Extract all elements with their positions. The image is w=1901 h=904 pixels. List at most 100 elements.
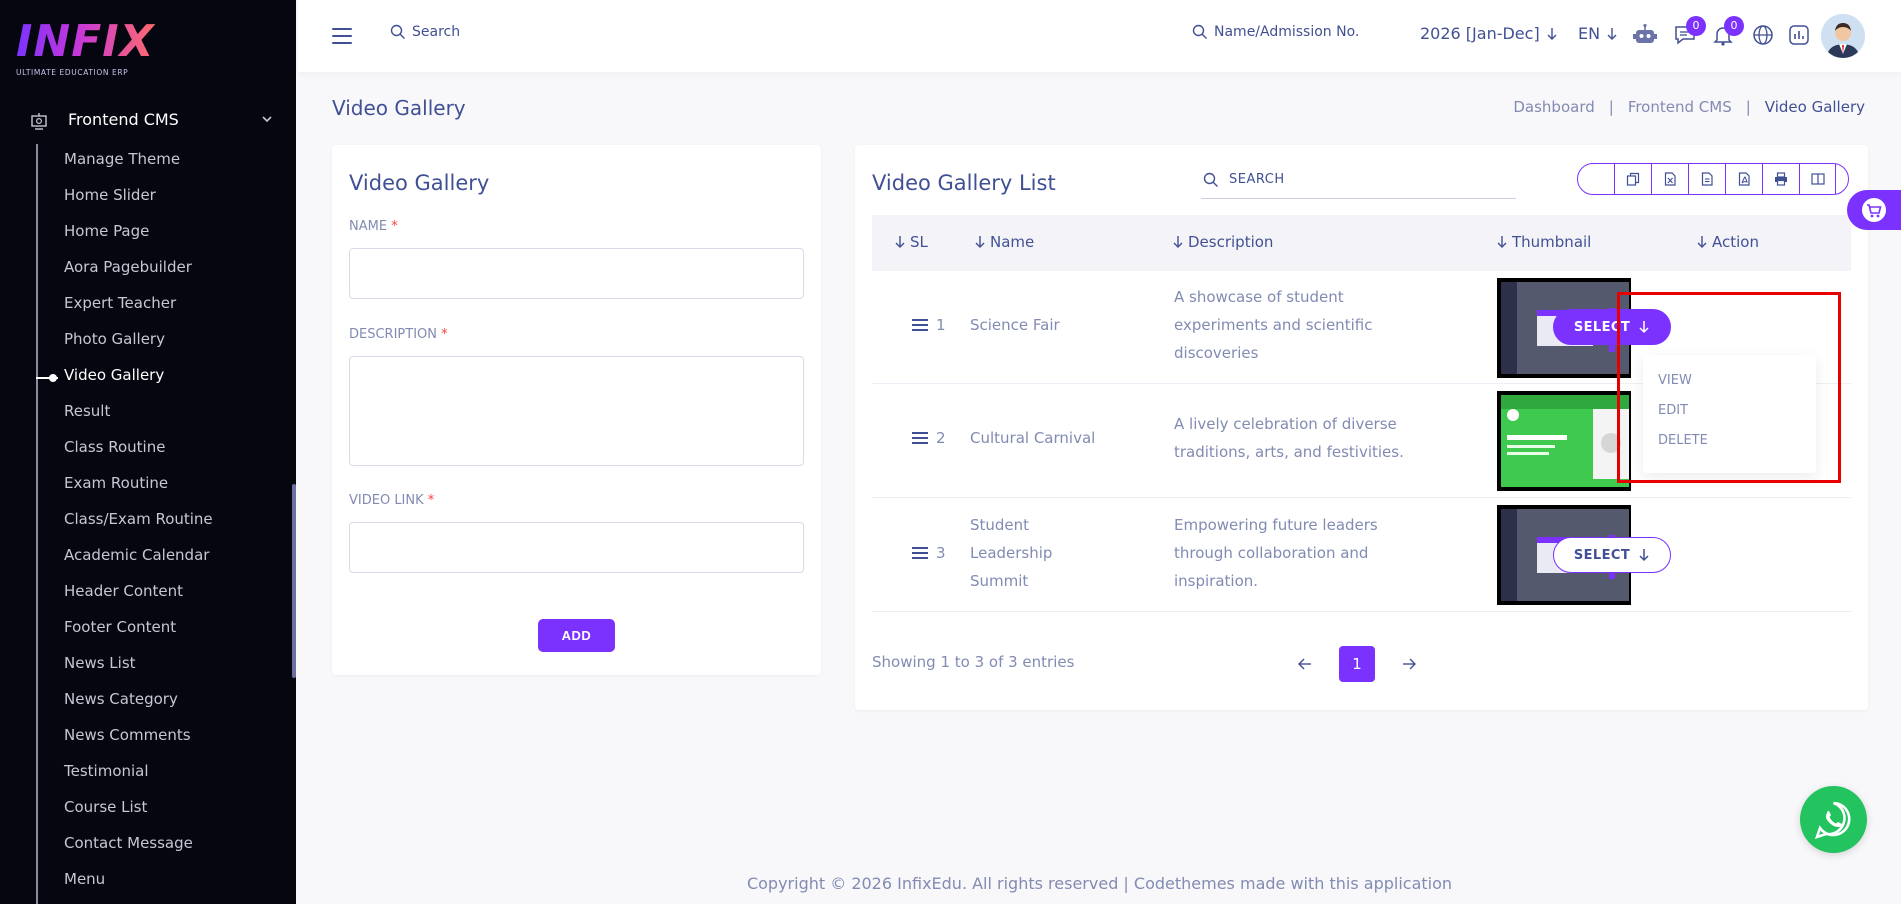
- breadcrumb: Dashboard | Frontend CMS | Video Gallery: [1513, 98, 1865, 116]
- arrow-right-icon[interactable]: [1401, 657, 1417, 671]
- report-chart-icon[interactable]: [1786, 22, 1812, 48]
- sidebar-section-frontend-cms[interactable]: Frontend CMS: [0, 100, 296, 140]
- row-thumbnail[interactable]: [1497, 391, 1631, 491]
- arrow-down-icon: [1547, 27, 1557, 40]
- academic-session-select[interactable]: 2026 [Jan-Dec]: [1420, 24, 1558, 43]
- sidebar: INFIX ULTIMATE EDUCATION ERP Frontend CM…: [0, 0, 296, 904]
- floating-cart-button[interactable]: [1847, 190, 1901, 230]
- arrow-left-icon[interactable]: [1297, 657, 1313, 671]
- row-description: Empowering future leaders through collab…: [1174, 516, 1378, 590]
- user-avatar[interactable]: [1821, 14, 1865, 58]
- description-label-text: DESCRIPTION: [349, 327, 437, 342]
- breadcrumb-frontend-cms[interactable]: Frontend CMS: [1628, 98, 1732, 116]
- video-link-label: VIDEO LINK *: [349, 493, 434, 508]
- search-icon: [1203, 172, 1218, 187]
- list-title: Video Gallery List: [872, 171, 1056, 195]
- sidebar-scrollbar[interactable]: [292, 484, 296, 678]
- sidebar-item-class-routine[interactable]: Class Routine: [64, 438, 165, 456]
- sidebar-item-academic-calendar[interactable]: Academic Calendar: [64, 546, 209, 564]
- print-button[interactable]: [1762, 164, 1799, 194]
- sidebar-item-class-exam-routine[interactable]: Class/Exam Routine: [64, 510, 213, 528]
- form-title: Video Gallery: [349, 171, 490, 195]
- sidebar-item-header-content[interactable]: Header Content: [64, 582, 183, 600]
- sidebar-item-menu[interactable]: Menu: [64, 870, 105, 888]
- sidebar-item-manage-theme[interactable]: Manage Theme: [64, 150, 180, 168]
- video-link-input[interactable]: [349, 522, 804, 573]
- sidebar-item-contact-message[interactable]: Contact Message: [64, 834, 193, 852]
- column-header-label: Name: [990, 233, 1035, 251]
- row-sl: 1: [936, 316, 946, 334]
- breadcrumb-dashboard[interactable]: Dashboard: [1513, 98, 1594, 116]
- sidebar-item-video-gallery[interactable]: Video Gallery: [64, 366, 164, 384]
- column-header-description[interactable]: Description: [1172, 233, 1273, 251]
- column-header-thumbnail[interactable]: Thumbnail: [1496, 233, 1591, 251]
- sidebar-item-home-slider[interactable]: Home Slider: [64, 186, 156, 204]
- sidebar-item-photo-gallery[interactable]: Photo Gallery: [64, 330, 165, 348]
- name-label-text: NAME: [349, 219, 388, 234]
- topbar: Search Name/Admission No. 2026 [Jan-Dec]…: [298, 0, 1901, 72]
- copy-icon: [1626, 172, 1640, 186]
- whatsapp-chat-button[interactable]: [1800, 786, 1867, 853]
- table-header: SL Name Description Thumbnail Action: [872, 215, 1851, 271]
- active-indicator-dot: [49, 374, 57, 382]
- student-search[interactable]: Name/Admission No.: [1192, 24, 1359, 40]
- drag-handle-icon[interactable]: [912, 319, 928, 331]
- page-title: Video Gallery: [332, 96, 466, 120]
- brand-logo[interactable]: INFIX ULTIMATE EDUCATION ERP: [16, 18, 156, 78]
- select-action-button[interactable]: SELECT: [1553, 537, 1671, 573]
- cart-icon: [1862, 198, 1886, 222]
- column-header-label: SL: [910, 233, 928, 251]
- robot-icon[interactable]: [1632, 22, 1658, 48]
- column-header-action[interactable]: Action: [1696, 233, 1759, 251]
- add-button[interactable]: ADD: [538, 619, 615, 652]
- drag-handle-icon[interactable]: [912, 432, 928, 444]
- row-name: Student Leadership Summit: [970, 516, 1053, 590]
- breadcrumb-separator: |: [1608, 98, 1614, 116]
- sidebar-item-home-page[interactable]: Home Page: [64, 222, 149, 240]
- page-button-current[interactable]: 1: [1339, 646, 1375, 682]
- row-description: A showcase of student experiments and sc…: [1174, 288, 1373, 362]
- sidebar-item-aora-pagebuilder[interactable]: Aora Pagebuilder: [64, 258, 192, 276]
- sort-arrow-icon: [1697, 236, 1707, 248]
- sidebar-item-exam-routine[interactable]: Exam Routine: [64, 474, 168, 492]
- description-textarea[interactable]: [349, 356, 804, 466]
- sidebar-item-news-list[interactable]: News List: [64, 654, 136, 672]
- columns-icon: [1810, 173, 1825, 185]
- pagination-info: Showing 1 to 3 of 3 entries: [872, 653, 1075, 671]
- sidebar-item-footer-content[interactable]: Footer Content: [64, 618, 176, 636]
- logo-tagline: ULTIMATE EDUCATION ERP: [16, 68, 129, 77]
- annotation-highlight-box: [1617, 292, 1841, 483]
- name-input[interactable]: [349, 248, 804, 299]
- sidebar-item-news-comments[interactable]: News Comments: [64, 726, 191, 744]
- table-row: 3 Student Leadership Summit Empowering f…: [872, 498, 1851, 612]
- pdf-export-button[interactable]: [1725, 164, 1762, 194]
- list-search-input[interactable]: SEARCH: [1201, 161, 1516, 199]
- excel-export-button[interactable]: [1651, 164, 1688, 194]
- sidebar-item-course-list[interactable]: Course List: [64, 798, 147, 816]
- copy-button[interactable]: [1614, 164, 1651, 194]
- column-header-sl[interactable]: SL: [894, 233, 928, 251]
- hamburger-menu-icon[interactable]: [332, 28, 352, 44]
- sidebar-item-news-category[interactable]: News Category: [64, 690, 178, 708]
- video-thumbnail-image: [1497, 391, 1631, 491]
- list-search-placeholder: SEARCH: [1229, 172, 1285, 187]
- sidebar-item-testimonial[interactable]: Testimonial: [64, 762, 149, 780]
- pagination: 1: [1297, 646, 1417, 682]
- footer-copyright: Copyright © 2026 InfixEdu. All rights re…: [746, 874, 1453, 893]
- drag-handle-icon[interactable]: [912, 547, 928, 559]
- sidebar-item-expert-teacher[interactable]: Expert Teacher: [64, 294, 176, 312]
- row-sl: 3: [936, 544, 946, 562]
- column-visibility-button[interactable]: [1799, 164, 1836, 194]
- printer-icon: [1775, 172, 1787, 186]
- language-select[interactable]: EN: [1578, 24, 1618, 43]
- column-header-name[interactable]: Name: [974, 233, 1034, 251]
- student-search-label: Name/Admission No.: [1214, 24, 1360, 40]
- global-search[interactable]: Search: [390, 24, 460, 40]
- csv-export-button[interactable]: [1688, 164, 1725, 194]
- sidebar-tree-line: [36, 144, 38, 904]
- video-link-label-text: VIDEO LINK: [349, 493, 424, 508]
- row-name: Cultural Carnival: [970, 429, 1096, 447]
- column-header-label: Action: [1712, 233, 1759, 251]
- globe-icon[interactable]: [1750, 22, 1776, 48]
- sidebar-item-result[interactable]: Result: [64, 402, 110, 420]
